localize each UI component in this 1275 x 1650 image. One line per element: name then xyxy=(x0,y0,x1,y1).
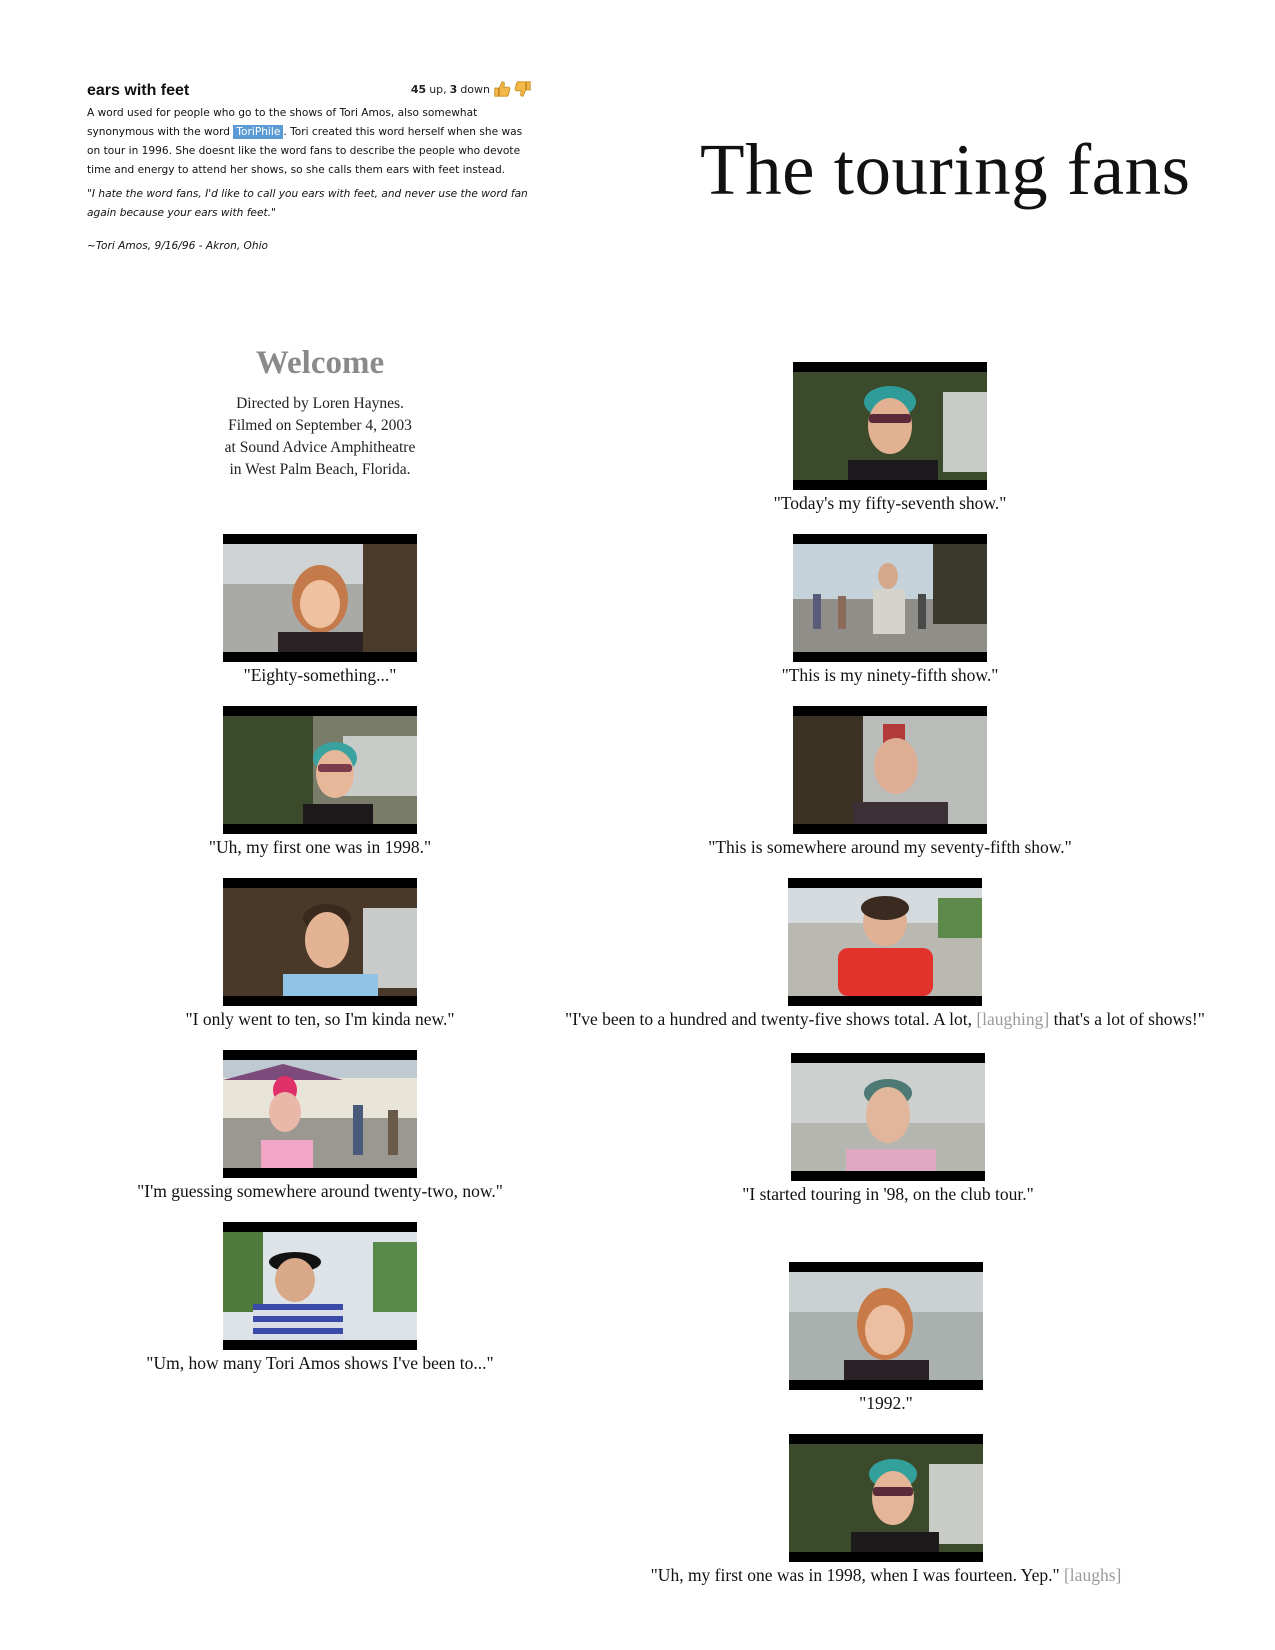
video-clip[interactable]: "Um, how many Tori Amos shows I've been … xyxy=(100,1222,540,1374)
video-clip[interactable]: "Today's my fifty-seventh show." xyxy=(690,362,1090,514)
clip-caption: "Eighty-something..." xyxy=(243,665,397,685)
clip-caption: "1992." xyxy=(859,1393,913,1413)
dictionary-term: ears with feet xyxy=(87,82,190,99)
video-thumbnail[interactable] xyxy=(791,1053,985,1181)
video-clip[interactable]: "This is somewhere around my seventy-fif… xyxy=(640,706,1140,858)
up-vote-count: 45 xyxy=(410,82,427,96)
clip-caption: "Today's my fifty-seventh show." xyxy=(773,493,1007,513)
video-thumbnail[interactable] xyxy=(223,1050,417,1178)
caption-aside: [laughing] xyxy=(976,1009,1050,1029)
dictionary-example: "I hate the word fans, I'd like to call … xyxy=(87,188,528,219)
toriphile-link[interactable]: ToriPhile xyxy=(233,125,284,139)
thumbs-up-icon[interactable] xyxy=(493,80,511,98)
caption-aside: [laughs] xyxy=(1063,1565,1122,1585)
credit-line: in West Palm Beach, Florida. xyxy=(229,461,411,478)
video-thumbnail[interactable] xyxy=(793,706,987,834)
video-thumbnail[interactable] xyxy=(793,362,987,490)
clip-caption: "I've been to a hundred and twenty-five … xyxy=(535,1008,1235,1030)
vote-counter: 45 up, 3 down xyxy=(411,80,532,98)
video-clip[interactable]: "I'm guessing somewhere around twenty-tw… xyxy=(100,1050,540,1202)
up-vote-label: up, xyxy=(429,82,447,96)
thumbs-down-icon[interactable] xyxy=(514,80,532,98)
down-vote-count: 3 xyxy=(449,82,458,96)
video-clip[interactable]: "I've been to a hundred and twenty-five … xyxy=(535,878,1235,1030)
caption-text: "I've been to a hundred and twenty-five … xyxy=(565,1009,977,1029)
video-clip[interactable]: "Eighty-something..." xyxy=(120,534,520,686)
video-clip[interactable]: "I started touring in '98, on the club t… xyxy=(688,1053,1088,1205)
video-thumbnail[interactable] xyxy=(223,878,417,1006)
credit-line: at Sound Advice Amphitheatre xyxy=(224,439,416,456)
clip-caption: "I started touring in '98, on the club t… xyxy=(742,1184,1034,1204)
clip-caption: "This is my ninety-fifth show." xyxy=(781,665,999,685)
video-thumbnail[interactable] xyxy=(789,1262,983,1390)
video-thumbnail[interactable] xyxy=(223,706,417,834)
clip-caption: "Uh, my first one was in 1998." xyxy=(208,837,432,857)
dictionary-definition: A word used for people who go to the sho… xyxy=(87,104,532,180)
credit-line: Filmed on September 4, 2003 xyxy=(228,417,412,434)
welcome-heading: Welcome xyxy=(255,345,385,381)
welcome-block: Welcome Directed by Loren Haynes. Filmed… xyxy=(160,343,480,481)
video-clip[interactable]: "Uh, my first one was in 1998." xyxy=(120,706,520,858)
caption-text: "Uh, my first one was in 1998, when I wa… xyxy=(650,1565,1064,1585)
dictionary-header: ears with feet 45 up, 3 down xyxy=(87,80,532,102)
video-thumbnail[interactable] xyxy=(793,534,987,662)
credit-line: Directed by Loren Haynes. xyxy=(236,395,404,412)
clip-caption: "Uh, my first one was in 1998, when I wa… xyxy=(586,1564,1186,1586)
clip-caption: "I'm guessing somewhere around twenty-tw… xyxy=(137,1181,503,1201)
caption-text-continued: that's a lot of shows!" xyxy=(1049,1009,1205,1029)
dictionary-citation: ~Tori Amos, 9/16/96 - Akron, Ohio xyxy=(87,240,269,252)
film-credits: Directed by Loren Haynes. Filmed on Sept… xyxy=(160,393,480,481)
clip-caption: "I only went to ten, so I'm kinda new." xyxy=(185,1009,455,1029)
page-title: The touring fans xyxy=(700,129,1191,210)
video-thumbnail[interactable] xyxy=(223,1222,417,1350)
video-clip[interactable]: "I only went to ten, so I'm kinda new." xyxy=(120,878,520,1030)
video-clip[interactable]: "This is my ninety-fifth show." xyxy=(690,534,1090,686)
clip-caption: "Um, how many Tori Amos shows I've been … xyxy=(146,1353,494,1373)
video-thumbnail[interactable] xyxy=(789,1434,983,1562)
video-clip[interactable]: "Uh, my first one was in 1998, when I wa… xyxy=(586,1434,1186,1586)
video-thumbnail[interactable] xyxy=(788,878,982,1006)
dictionary-entry: ears with feet 45 up, 3 down A word used… xyxy=(87,80,532,252)
video-clip[interactable]: "1992." xyxy=(686,1262,1086,1414)
down-vote-label: down xyxy=(460,82,490,96)
video-thumbnail[interactable] xyxy=(223,534,417,662)
clip-caption: "This is somewhere around my seventy-fif… xyxy=(708,837,1072,857)
